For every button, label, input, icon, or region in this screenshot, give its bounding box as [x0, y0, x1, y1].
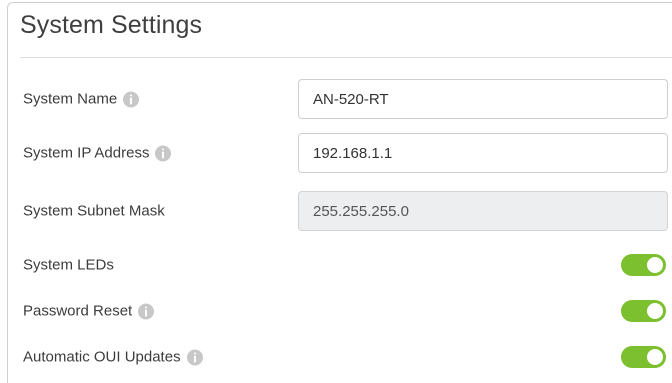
system-ip-input[interactable] [298, 133, 668, 173]
info-icon[interactable] [138, 303, 155, 319]
system-ip-label: System IP Address [23, 144, 150, 162]
system-ip-row: System IP Address [23, 133, 672, 173]
password-reset-row: Password Reset [23, 291, 672, 331]
auto-oui-updates-label-group: Automatic OUI Updates [23, 349, 203, 366]
system-name-label: System Name [23, 90, 118, 108]
subnet-mask-row: System Subnet Mask [23, 191, 672, 231]
auto-oui-updates-label: Automatic OUI Updates [23, 348, 181, 366]
info-icon[interactable] [155, 145, 172, 161]
system-leds-toggle[interactable] [621, 254, 666, 276]
auto-oui-updates-row: Automatic OUI Updates [23, 337, 672, 377]
system-leds-row: System LEDs [23, 245, 672, 285]
system-name-row: System Name [23, 79, 672, 119]
subnet-mask-label: System Subnet Mask [23, 202, 165, 220]
system-name-input[interactable] [298, 79, 668, 119]
password-reset-label-group: Password Reset [23, 302, 155, 320]
auto-oui-updates-toggle[interactable] [621, 346, 666, 368]
password-reset-label: Password Reset [23, 302, 133, 320]
system-leds-label-group: System LEDs [23, 257, 114, 274]
info-icon[interactable] [186, 349, 203, 365]
toggle-knob [647, 349, 663, 365]
subnet-mask-input [298, 191, 668, 231]
toggle-knob [647, 257, 663, 273]
system-ip-label-group: System IP Address [23, 144, 172, 162]
system-name-label-group: System Name [23, 90, 140, 108]
password-reset-toggle[interactable] [621, 300, 666, 322]
info-icon[interactable] [123, 91, 140, 107]
title-divider [20, 57, 672, 58]
panel-title: System Settings [20, 11, 203, 39]
system-leds-label: System LEDs [23, 256, 114, 274]
toggle-knob [647, 303, 663, 319]
subnet-mask-label-group: System Subnet Mask [23, 203, 165, 220]
